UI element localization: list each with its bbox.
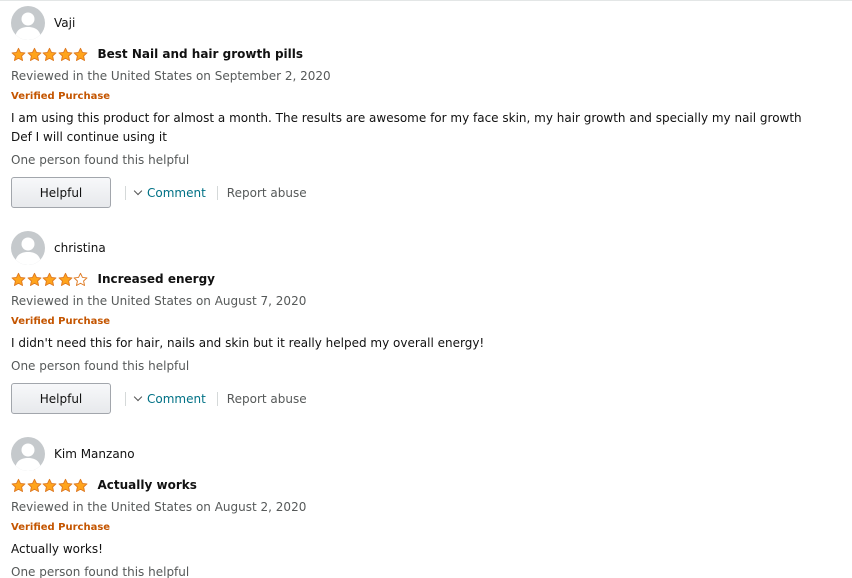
review-card: Vaji Best Nail and hair growth pills Rev…: [11, 6, 841, 211]
review-actions: Helpful Comment Report abuse: [11, 177, 307, 208]
verified-purchase-badge[interactable]: Verified Purchase: [11, 315, 110, 329]
divider: [216, 391, 218, 406]
divider: [125, 185, 126, 200]
review-body: Actually works!: [11, 540, 841, 559]
review-actions: Helpful Comment Report abuse: [11, 383, 307, 414]
report-abuse-link[interactable]: Report abuse: [227, 186, 307, 200]
review-date: Reviewed in the United States on August …: [11, 500, 307, 514]
star-rating[interactable]: [11, 272, 89, 287]
star-filled-icon: [27, 272, 41, 286]
avatar: [11, 6, 45, 40]
divider: [125, 391, 126, 406]
review-title-row: Best Nail and hair growth pills: [11, 46, 303, 62]
reviewer-name: Kim Manzano: [54, 447, 135, 461]
helpful-button[interactable]: Helpful: [11, 383, 111, 414]
comment-label: Comment: [147, 185, 206, 200]
star-filled-icon: [73, 47, 88, 61]
review-title[interactable]: Actually works: [98, 478, 197, 492]
review-text-line: Def I will continue using it: [11, 130, 167, 144]
star-filled-icon: [27, 47, 41, 61]
star-filled-icon: [11, 47, 26, 61]
star-filled-icon: [58, 272, 72, 286]
helpful-count: One person found this helpful: [11, 153, 190, 167]
review-date: Reviewed in the United States on August …: [11, 294, 307, 308]
star-rating[interactable]: [11, 478, 89, 493]
helpful-count: One person found this helpful: [11, 565, 190, 578]
review-title[interactable]: Best Nail and hair growth pills: [98, 47, 304, 61]
person-icon: [15, 12, 41, 40]
comment-link[interactable]: Comment: [133, 391, 206, 406]
reviewer-profile[interactable]: christina: [11, 231, 106, 265]
divider: [216, 185, 218, 200]
review-title-row: Actually works: [11, 477, 197, 493]
reviews-page: Vaji Best Nail and hair growth pills Rev…: [0, 0, 852, 578]
reviewer-name: christina: [54, 241, 106, 255]
review-text-line: I am using this product for almost a mon…: [11, 111, 802, 125]
avatar: [11, 437, 45, 471]
review-title[interactable]: Increased energy: [98, 272, 215, 286]
verified-purchase-badge[interactable]: Verified Purchase: [11, 521, 110, 535]
review-date: Reviewed in the United States on Septemb…: [11, 69, 331, 83]
star-filled-icon: [42, 272, 57, 286]
star-empty-icon: [73, 272, 88, 286]
helpful-count: One person found this helpful: [11, 359, 190, 373]
review-card: Kim Manzano Actually works Reviewed in t…: [11, 437, 841, 578]
report-abuse-link[interactable]: Report abuse: [227, 392, 307, 406]
avatar: [11, 231, 45, 265]
chevron-down-icon: [133, 186, 143, 196]
review-body: I am using this product for almost a mon…: [11, 109, 841, 147]
reviewer-name: Vaji: [54, 16, 76, 30]
review-text-line: I didn't need this for hair, nails and s…: [11, 336, 485, 350]
comment-link[interactable]: Comment: [133, 185, 206, 200]
chevron-down-icon: [133, 392, 143, 402]
star-filled-icon: [42, 478, 57, 492]
person-icon: [15, 443, 41, 471]
verified-purchase-badge[interactable]: Verified Purchase: [11, 90, 110, 104]
star-filled-icon: [73, 478, 88, 492]
star-filled-icon: [58, 47, 72, 61]
review-body: I didn't need this for hair, nails and s…: [11, 334, 841, 353]
divider: [0, 0, 852, 1]
star-rating[interactable]: [11, 47, 89, 62]
reviewer-profile[interactable]: Vaji: [11, 6, 75, 40]
star-filled-icon: [58, 478, 72, 492]
star-filled-icon: [42, 47, 57, 61]
star-filled-icon: [11, 478, 26, 492]
comment-label: Comment: [147, 391, 206, 406]
helpful-button[interactable]: Helpful: [11, 177, 111, 208]
review-title-row: Increased energy: [11, 271, 215, 287]
star-filled-icon: [11, 272, 26, 286]
review-card: christina Increased energy Reviewed in t…: [11, 231, 841, 426]
review-text-line: Actually works!: [11, 542, 103, 556]
reviewer-profile[interactable]: Kim Manzano: [11, 437, 135, 471]
star-filled-icon: [27, 478, 41, 492]
person-icon: [15, 237, 41, 265]
